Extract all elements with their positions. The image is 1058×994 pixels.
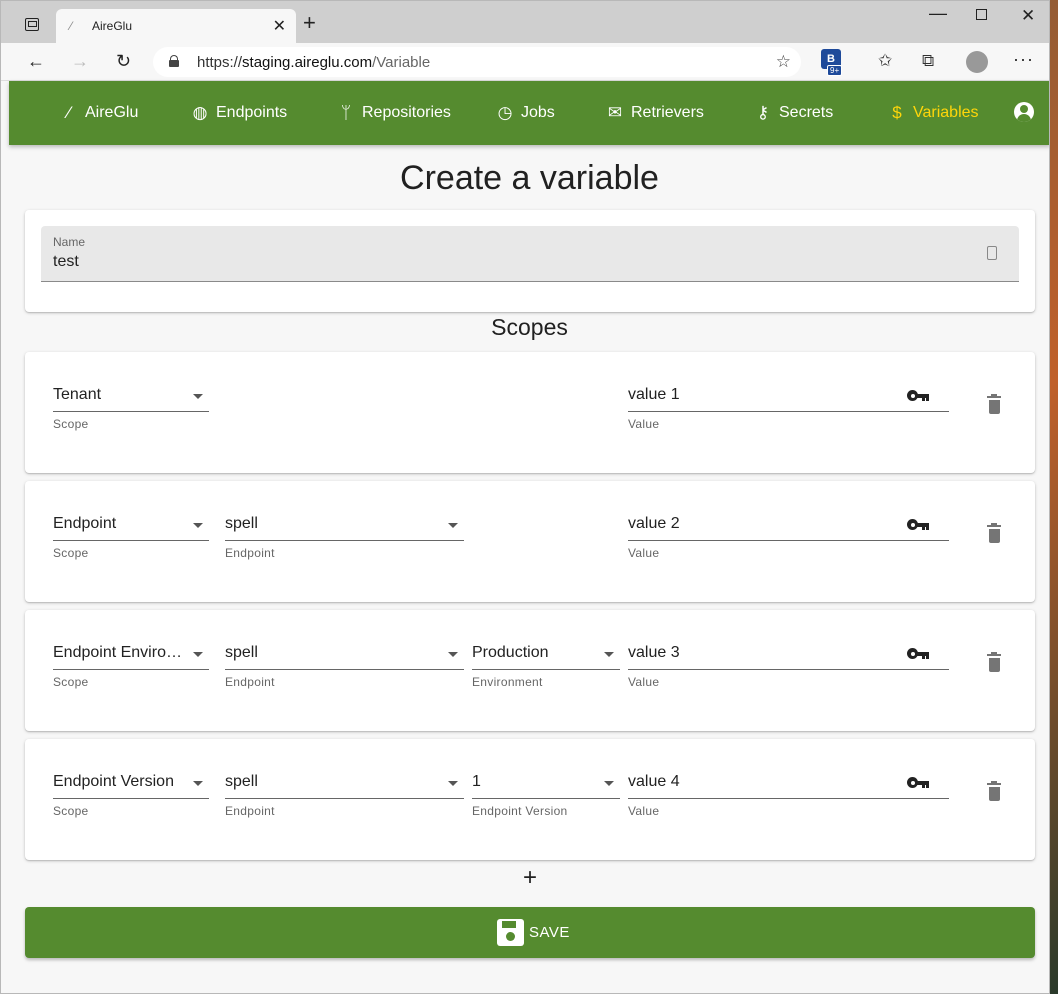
save-button[interactable]: SAVE — [25, 907, 1035, 958]
scope-helper: Scope — [53, 417, 89, 431]
scope-card: Endpoint Version Scope spell Endpoint 1 … — [25, 739, 1035, 860]
endpoint-version-helper: Endpoint Version — [472, 804, 568, 818]
app-bar: ⁄ AireGlu ◍ Endpoints ᛘ Repositories ◷ J… — [9, 81, 1049, 145]
value-helper: Value — [628, 417, 660, 431]
branch-icon: ᛘ — [340, 103, 352, 122]
tab-actions-icon[interactable] — [25, 18, 39, 31]
scopes-heading: Scopes — [491, 314, 568, 340]
scope-select[interactable]: Tenant — [53, 382, 209, 412]
more-menu-icon[interactable]: ··· — [1013, 49, 1034, 70]
dropdown-arrow-icon — [448, 652, 458, 657]
nav-secrets[interactable]: ⚷ Secrets — [753, 81, 833, 145]
scope-select[interactable]: Endpoint — [53, 511, 209, 541]
endpoint-version-select[interactable]: 1 — [472, 769, 620, 799]
name-card: Name test — [25, 210, 1035, 312]
browser-window: ⁄ AireGlu ✕ + — ✕ ← → ↻ https://staging.… — [0, 0, 1050, 994]
delete-icon[interactable] — [987, 394, 1001, 414]
brand-label: AireGlu — [85, 104, 139, 121]
collections-icon[interactable]: ⧉ — [922, 51, 934, 71]
dropdown-arrow-icon — [448, 523, 458, 528]
dropdown-arrow-icon — [604, 781, 614, 786]
value-helper: Value — [628, 804, 660, 818]
endpoint-select[interactable]: spell — [225, 511, 464, 541]
scope-card: Tenant Scope value 1 Value — [25, 352, 1035, 473]
reload-icon[interactable]: ↻ — [116, 51, 131, 72]
value-helper: Value — [628, 546, 660, 560]
dropdown-arrow-icon — [193, 394, 203, 399]
account-icon[interactable] — [1014, 102, 1034, 122]
scope-select[interactable]: Endpoint Version — [53, 769, 209, 799]
endpoint-helper: Endpoint — [225, 546, 275, 560]
dropdown-arrow-icon — [193, 652, 203, 657]
scope-card: Endpoint Environment Scope spell Endpoin… — [25, 610, 1035, 731]
environment-helper: Environment — [472, 675, 543, 689]
brand-link[interactable]: ⁄ AireGlu — [59, 81, 139, 145]
scope-helper: Scope — [53, 804, 89, 818]
key-icon[interactable] — [907, 519, 929, 531]
page-title: Create a variable — [400, 159, 659, 197]
name-label: Name — [53, 235, 86, 249]
value-input[interactable]: value 4 — [628, 769, 949, 799]
new-tab-icon[interactable]: + — [303, 12, 316, 34]
dollar-icon: $ — [892, 103, 902, 122]
nav-jobs[interactable]: ◷ Jobs — [495, 81, 555, 145]
endpoint-helper: Endpoint — [225, 804, 275, 818]
lock-icon[interactable] — [169, 55, 179, 67]
tab-close-icon[interactable]: ✕ — [273, 16, 286, 36]
scope-helper: Scope — [53, 675, 89, 689]
value-input[interactable]: value 2 — [628, 511, 949, 541]
envelope-icon: ✉ — [607, 103, 623, 122]
browser-tab[interactable]: ⁄ AireGlu ✕ — [56, 9, 296, 43]
url-text[interactable]: https://staging.aireglu.com/Variable — [197, 54, 430, 71]
favorites-icon[interactable]: ✩ — [878, 51, 892, 71]
scope-select[interactable]: Endpoint Environment — [53, 640, 209, 670]
wand-icon: ⁄ — [67, 103, 71, 122]
value-helper: Value — [628, 675, 660, 689]
back-icon[interactable]: ← — [27, 51, 45, 72]
clock-icon: ◷ — [497, 103, 513, 122]
endpoint-helper: Endpoint — [225, 675, 275, 689]
scope-helper: Scope — [53, 546, 89, 560]
extension-badge: 9+ — [827, 65, 843, 76]
value-input[interactable]: value 1 — [628, 382, 949, 412]
address-toolbar: ← → ↻ https://staging.aireglu.com/Variab… — [1, 43, 1049, 81]
endpoint-select[interactable]: spell — [225, 640, 464, 670]
delete-icon[interactable] — [987, 652, 1001, 672]
address-bar[interactable]: https://staging.aireglu.com/Variable ☆ — [153, 47, 801, 77]
contact-card-icon — [987, 246, 997, 260]
value-input[interactable]: value 3 — [628, 640, 949, 670]
key-icon[interactable] — [907, 390, 929, 402]
key-icon[interactable] — [907, 648, 929, 660]
minimize-icon[interactable]: — — [929, 3, 947, 24]
key-icon[interactable] — [907, 777, 929, 789]
globe-icon: ◍ — [192, 103, 208, 122]
dropdown-arrow-icon — [604, 652, 614, 657]
key-icon: ⚷ — [756, 103, 770, 122]
floppy-disk-icon — [497, 919, 524, 946]
name-input[interactable]: test — [53, 253, 79, 271]
close-window-icon[interactable]: ✕ — [1021, 6, 1035, 26]
dropdown-arrow-icon — [193, 781, 203, 786]
title-bar: ⁄ AireGlu ✕ + — ✕ — [1, 1, 1049, 43]
endpoint-select[interactable]: spell — [225, 769, 464, 799]
forward-icon[interactable]: → — [71, 51, 89, 72]
save-label: SAVE — [529, 924, 570, 941]
nav-variables[interactable]: $ Variables — [887, 81, 978, 145]
maximize-icon[interactable] — [976, 9, 987, 20]
add-scope-icon[interactable]: + — [521, 863, 539, 893]
delete-icon[interactable] — [987, 781, 1001, 801]
environment-select[interactable]: Production — [472, 640, 620, 670]
nav-repositories[interactable]: ᛘ Repositories — [336, 81, 451, 145]
scope-card: Endpoint Scope spell Endpoint value 2 Va… — [25, 481, 1035, 602]
delete-icon[interactable] — [987, 523, 1001, 543]
nav-endpoints[interactable]: ◍ Endpoints — [190, 81, 288, 145]
dropdown-arrow-icon — [193, 523, 203, 528]
wand-icon: ⁄ — [70, 19, 73, 33]
dropdown-arrow-icon — [448, 781, 458, 786]
profile-icon[interactable] — [966, 51, 988, 73]
nav-retrievers[interactable]: ✉ Retrievers — [605, 81, 704, 145]
name-field[interactable]: Name test — [41, 226, 1019, 282]
add-favorite-icon[interactable]: ☆ — [776, 52, 791, 72]
tab-title: AireGlu — [92, 19, 133, 33]
